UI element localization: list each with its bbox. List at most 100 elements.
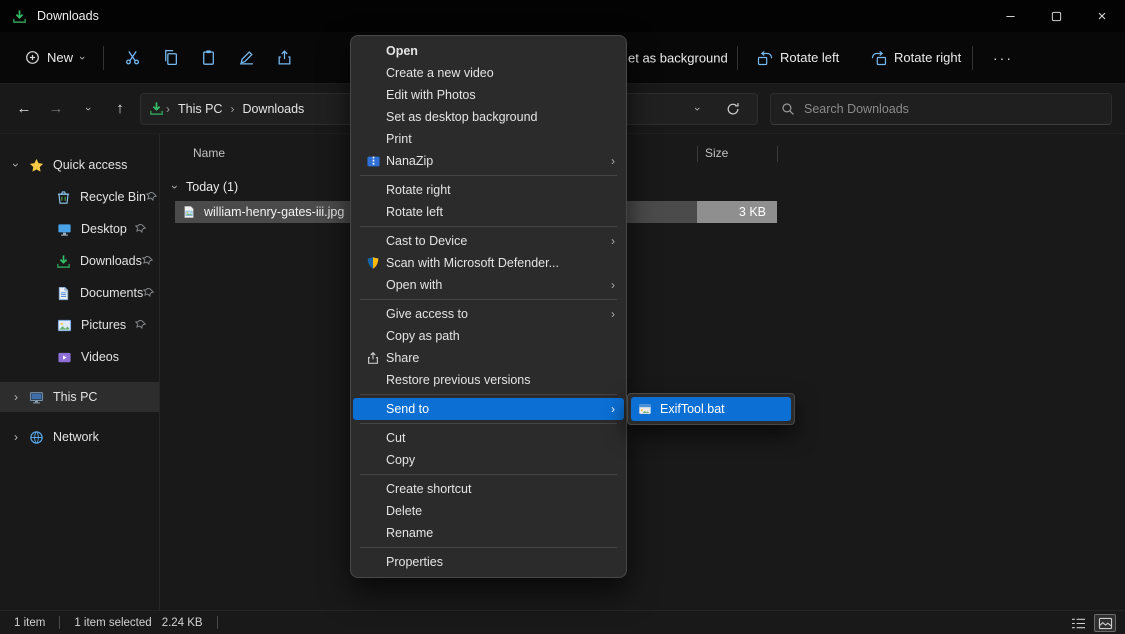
menu-item-rename[interactable]: Rename <box>353 522 624 544</box>
videos-icon <box>56 350 72 365</box>
menu-item-restore-previous-versions[interactable]: Restore previous versions <box>353 369 624 391</box>
chevron-down-icon: › <box>691 107 703 111</box>
more-options-button[interactable]: ··· <box>984 40 1022 76</box>
maximize-button[interactable] <box>1033 0 1079 32</box>
menu-separator <box>360 299 617 300</box>
paste-button[interactable] <box>190 40 228 76</box>
new-button[interactable]: New › <box>16 43 93 72</box>
star-icon <box>28 158 44 173</box>
share-icon <box>276 49 293 66</box>
menu-separator <box>360 423 617 424</box>
up-button[interactable]: ↑ <box>104 93 136 125</box>
file-explorer-window: { "window": { "title": "Downloads" }, "t… <box>0 0 1125 634</box>
menu-item-share[interactable]: Share <box>353 347 624 369</box>
chevron-down-icon: › <box>82 107 94 111</box>
sidebar-item-documents[interactable]: Documents <box>0 278 159 308</box>
menu-item-copy[interactable]: Copy <box>353 449 624 471</box>
scissors-icon <box>124 49 141 66</box>
column-divider[interactable] <box>777 146 778 162</box>
file-list-pane: Name Size › Today (1) william-henry-gate… <box>161 134 1125 610</box>
rotate-left-label: Rotate left <box>780 50 839 65</box>
menu-item-send-to[interactable]: Send to› <box>353 398 624 420</box>
submenu-item-exiftool-bat[interactable]: ExifTool.bat <box>631 397 791 421</box>
pin-icon <box>135 319 147 331</box>
image-file-icon <box>182 205 196 219</box>
menu-item-cut[interactable]: Cut <box>353 427 624 449</box>
share-button[interactable] <box>266 40 304 76</box>
paste-icon <box>200 49 217 66</box>
refresh-button[interactable] <box>723 93 743 125</box>
sidebar-item-network[interactable]: ›Network <box>0 422 159 452</box>
sidebar-item-this-pc[interactable]: › This PC <box>0 382 159 412</box>
sidebar-item-recycle-bin[interactable]: Recycle Bin <box>0 182 159 212</box>
sidebar-item-pictures[interactable]: Pictures <box>0 310 159 340</box>
menu-item-open-with[interactable]: Open with› <box>353 274 624 296</box>
menu-item-copy-as-path[interactable]: Copy as path <box>353 325 624 347</box>
chevron-down-icon[interactable]: › <box>9 157 23 173</box>
search-box[interactable] <box>770 93 1112 125</box>
column-header-name[interactable]: Name <box>193 146 225 160</box>
sidebar-item-quick-access[interactable]: ›Quick access <box>0 150 159 180</box>
breadcrumb-downloads[interactable]: Downloads <box>236 100 310 118</box>
menu-item-delete[interactable]: Delete <box>353 500 624 522</box>
sidebar-item-downloads[interactable]: Downloads <box>0 246 159 276</box>
rotate-left-button[interactable]: Rotate left <box>748 43 848 73</box>
menu-item-label: Properties <box>386 555 624 569</box>
pin-icon <box>146 191 158 203</box>
window-title: Downloads <box>37 9 99 23</box>
set-as-background-button[interactable]: et as background <box>628 50 728 65</box>
recent-locations-button[interactable]: › <box>72 93 104 125</box>
menu-item-rotate-right[interactable]: Rotate right <box>353 179 624 201</box>
column-header-size[interactable]: Size <box>705 146 728 160</box>
context-menu: Open Create a new video Edit with Photos Se… <box>350 35 627 578</box>
breadcrumb-this-pc[interactable]: This PC <box>172 100 228 118</box>
back-button[interactable]: ← <box>8 93 40 125</box>
sidebar-item-label: Downloads <box>80 254 142 268</box>
sidebar-item-videos[interactable]: Videos <box>0 342 159 372</box>
copy-button[interactable] <box>152 40 190 76</box>
menu-item-properties[interactable]: Properties <box>353 551 624 573</box>
menu-item-label: Edit with Photos <box>386 88 624 102</box>
minimize-button[interactable] <box>987 0 1033 32</box>
submenu-arrow-icon: › <box>611 402 615 416</box>
menu-item-cast-to-device[interactable]: Cast to Device› <box>353 230 624 252</box>
large-icons-view-icon <box>1098 617 1113 630</box>
toolbar-divider <box>103 46 104 70</box>
menu-item-create-shortcut[interactable]: Create shortcut <box>353 478 624 500</box>
item-count: 1 item <box>14 617 45 629</box>
chevron-right-icon[interactable]: › <box>8 390 24 404</box>
address-dropdown-button[interactable]: › <box>687 93 707 125</box>
menu-item-set-as-desktop-background[interactable]: Set as desktop background <box>353 106 624 128</box>
cut-button[interactable] <box>114 40 152 76</box>
status-divider <box>217 616 218 629</box>
selection-summary: 1 item selected <box>74 617 151 629</box>
close-button[interactable]: × <box>1079 0 1125 32</box>
submenu-arrow-icon: › <box>611 278 615 292</box>
menu-item-nanazip[interactable]: NanaZip› <box>353 150 624 172</box>
rename-button[interactable] <box>228 40 266 76</box>
column-divider[interactable] <box>697 146 698 162</box>
sidebar-item-label: This PC <box>53 390 97 404</box>
chevron-right-icon[interactable]: › <box>8 430 24 444</box>
search-input[interactable] <box>804 102 1101 116</box>
group-header-today[interactable]: › Today (1) <box>161 176 238 198</box>
menu-item-give-access-to[interactable]: Give access to› <box>353 303 624 325</box>
menu-item-edit-with-photos[interactable]: Edit with Photos <box>353 84 624 106</box>
menu-item-print[interactable]: Print <box>353 128 624 150</box>
rotate-right-button[interactable]: Rotate right <box>862 43 970 73</box>
menu-item-label: Open <box>386 44 624 58</box>
menu-item-label: Share <box>386 351 624 365</box>
large-icons-view-button[interactable] <box>1094 614 1116 632</box>
group-label: Today (1) <box>186 180 238 194</box>
menu-item-label: Open with <box>386 278 611 292</box>
sidebar-item-desktop[interactable]: Desktop <box>0 214 159 244</box>
recycle-bin-icon <box>56 190 71 205</box>
menu-item-open[interactable]: Open <box>353 40 624 62</box>
menu-item-scan-with-microsoft-defender[interactable]: Scan with Microsoft Defender... <box>353 252 624 274</box>
menu-item-rotate-left[interactable]: Rotate left <box>353 201 624 223</box>
caption-buttons: × <box>987 0 1125 32</box>
details-view-button[interactable] <box>1067 614 1089 632</box>
forward-button[interactable]: → <box>40 93 72 125</box>
status-divider <box>59 616 60 629</box>
menu-item-create-a-new-video[interactable]: Create a new video <box>353 62 624 84</box>
